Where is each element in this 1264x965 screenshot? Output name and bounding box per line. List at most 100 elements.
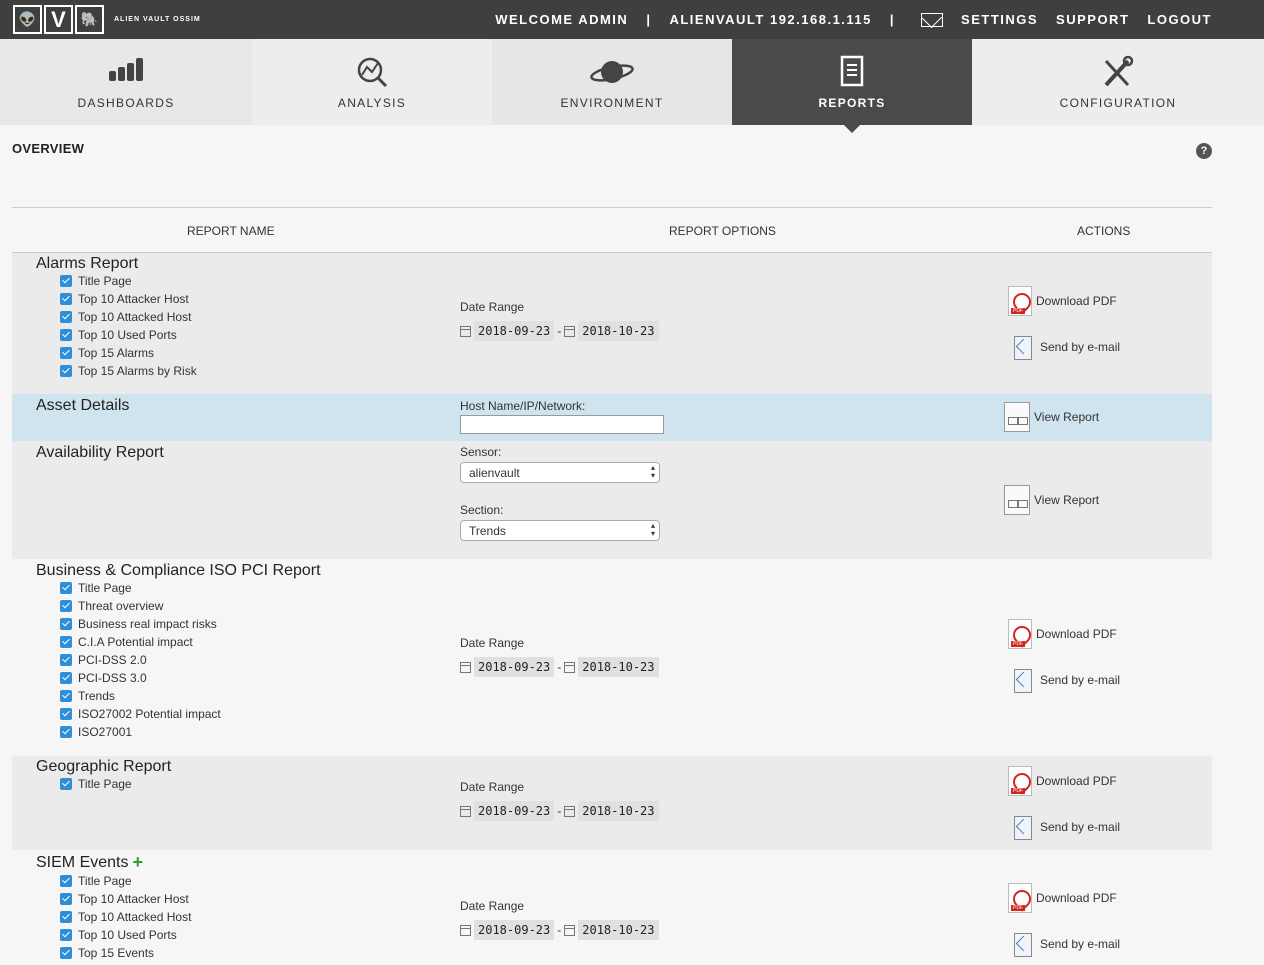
checkbox-item[interactable]: Title Page — [60, 579, 221, 597]
report-row-siem-events: SIEM Events + Title Page Top 10 Attacker … — [12, 850, 1212, 965]
host-input[interactable] — [460, 415, 664, 434]
checkbox-item[interactable]: Top 10 Attacked Host — [60, 308, 197, 326]
plus-icon[interactable]: + — [132, 852, 143, 873]
checkbox-item[interactable]: PCI-DSS 2.0 — [60, 651, 221, 669]
document-icon — [840, 55, 864, 87]
date-to[interactable]: 2018-10-23 — [578, 321, 659, 341]
checkbox-icon[interactable] — [60, 636, 72, 648]
report-row-alarms: Alarms Report Title Page Top 10 Attacker… — [12, 253, 1212, 394]
host-label: Host Name/IP/Network: — [460, 399, 586, 413]
checkbox-item[interactable]: Business real impact risks — [60, 615, 221, 633]
date-separator: - — [557, 923, 562, 937]
send-email-button[interactable]: Send by e-mail — [1008, 329, 1120, 365]
sensor-select[interactable]: alienvault — [460, 462, 660, 483]
tab-environment[interactable]: ENVIRONMENT — [492, 39, 732, 125]
checkbox-item[interactable]: Title Page — [60, 272, 197, 290]
report-view-icon — [1004, 485, 1030, 515]
view-report-button[interactable]: View Report — [1004, 484, 1099, 516]
logout-link[interactable]: LOGOUT — [1147, 12, 1212, 27]
checkbox-icon[interactable] — [60, 582, 72, 594]
magnifier-chart-icon — [357, 57, 388, 88]
checkbox-item[interactable]: Top 10 Attacker Host — [60, 290, 197, 308]
view-report-button[interactable]: View Report — [1004, 401, 1099, 433]
reports-table: REPORT NAME REPORT OPTIONS ACTIONS Alarm… — [12, 207, 1212, 965]
checkbox-item[interactable]: Top 10 Used Ports — [60, 926, 191, 944]
checkbox-item[interactable]: Top 10 Used Ports — [60, 326, 197, 344]
date-to[interactable]: 2018-10-23 — [578, 801, 659, 821]
checkbox-item[interactable]: PCI-DSS 3.0 — [60, 669, 221, 687]
checkbox-item[interactable]: Threat overview — [60, 597, 221, 615]
calendar-icon[interactable] — [460, 325, 471, 337]
checkbox-icon[interactable] — [60, 618, 72, 630]
mail-icon[interactable] — [921, 12, 944, 27]
date-from[interactable]: 2018-09-23 — [474, 920, 555, 940]
calendar-icon[interactable] — [564, 325, 576, 337]
tab-analysis[interactable]: ANALYSIS — [252, 39, 492, 125]
checkbox-icon[interactable] — [60, 947, 72, 959]
calendar-icon[interactable] — [460, 805, 471, 817]
checkbox-item[interactable]: Title Page — [60, 872, 191, 890]
download-pdf-button[interactable]: Download PDF — [1008, 283, 1120, 319]
date-from[interactable]: 2018-09-23 — [474, 657, 555, 677]
checkbox-item[interactable]: Top 15 Alarms by Risk — [60, 362, 197, 380]
date-range-label: Date Range — [460, 636, 525, 650]
checkbox-item[interactable]: Trends — [60, 687, 221, 705]
help-icon[interactable]: ? — [1196, 143, 1212, 159]
checkbox-icon[interactable] — [60, 311, 72, 323]
checkbox-icon[interactable] — [60, 875, 72, 887]
checkbox-icon[interactable] — [60, 347, 72, 359]
checkbox-icon[interactable] — [60, 329, 72, 341]
tab-dashboards[interactable]: DASHBOARDS — [0, 39, 252, 125]
alienvault-logo[interactable]: 👽 V 🐘 ALIEN VAULT OSSIM — [13, 5, 201, 34]
send-email-button[interactable]: Send by e-mail — [1008, 926, 1120, 962]
checkbox-item[interactable]: Title Page — [60, 775, 132, 793]
calendar-icon[interactable] — [564, 924, 576, 936]
checkbox-item[interactable]: Top 10 Attacked Host — [60, 908, 191, 926]
send-email-button[interactable]: Send by e-mail — [1008, 809, 1120, 845]
calendar-icon[interactable] — [460, 661, 471, 673]
logo-text: ALIEN VAULT OSSIM — [114, 16, 201, 23]
checkbox-icon[interactable] — [60, 365, 72, 377]
sensor-label: Sensor: — [460, 445, 502, 459]
calendar-icon[interactable] — [460, 924, 471, 936]
siem-checklist: Title Page Top 10 Attacker Host Top 10 A… — [60, 872, 191, 962]
checkbox-icon[interactable] — [60, 911, 72, 923]
checkbox-icon[interactable] — [60, 600, 72, 612]
actions: Download PDF Send by e-mail — [1008, 283, 1120, 375]
download-pdf-button[interactable]: Download PDF — [1008, 763, 1120, 799]
checkbox-icon[interactable] — [60, 690, 72, 702]
date-from[interactable]: 2018-09-23 — [474, 321, 555, 341]
checkbox-icon[interactable] — [60, 293, 72, 305]
checkbox-item[interactable]: C.I.A Potential impact — [60, 633, 221, 651]
checkbox-item[interactable]: Top 10 Attacker Host — [60, 890, 191, 908]
actions: View Report — [1004, 484, 1099, 526]
date-range-label: Date Range — [460, 300, 525, 314]
date-from[interactable]: 2018-09-23 — [474, 801, 555, 821]
calendar-icon[interactable] — [564, 661, 576, 673]
tab-reports[interactable]: REPORTS — [732, 39, 972, 133]
checkbox-icon[interactable] — [60, 893, 72, 905]
calendar-icon[interactable] — [564, 805, 576, 817]
section-select[interactable]: Trends — [460, 520, 660, 541]
checkbox-icon[interactable] — [60, 654, 72, 666]
checkbox-icon[interactable] — [60, 778, 72, 790]
checkbox-icon[interactable] — [60, 726, 72, 738]
checkbox-item[interactable]: ISO27002 Potential impact — [60, 705, 221, 723]
checkbox-icon[interactable] — [60, 275, 72, 287]
download-pdf-button[interactable]: Download PDF — [1008, 616, 1120, 652]
date-to[interactable]: 2018-10-23 — [578, 920, 659, 940]
checkbox-item[interactable]: Top 15 Events — [60, 944, 191, 962]
support-link[interactable]: SUPPORT — [1056, 12, 1129, 27]
checkbox-icon[interactable] — [60, 708, 72, 720]
checkbox-icon[interactable] — [60, 929, 72, 941]
tab-configuration[interactable]: CONFIGURATION — [972, 39, 1264, 125]
checkbox-icon[interactable] — [60, 672, 72, 684]
checkbox-item[interactable]: Top 15 Alarms — [60, 344, 197, 362]
download-pdf-button[interactable]: Download PDF — [1008, 880, 1120, 916]
settings-link[interactable]: SETTINGS — [961, 12, 1038, 27]
send-email-button[interactable]: Send by e-mail — [1008, 662, 1120, 698]
top-nav: WELCOME ADMIN | ALIENVAULT 192.168.1.115… — [477, 0, 1212, 39]
sensor-options: Sensor: alienvault Section: Trends — [460, 445, 660, 541]
date-to[interactable]: 2018-10-23 — [578, 657, 659, 677]
checkbox-item[interactable]: ISO27001 — [60, 723, 221, 741]
